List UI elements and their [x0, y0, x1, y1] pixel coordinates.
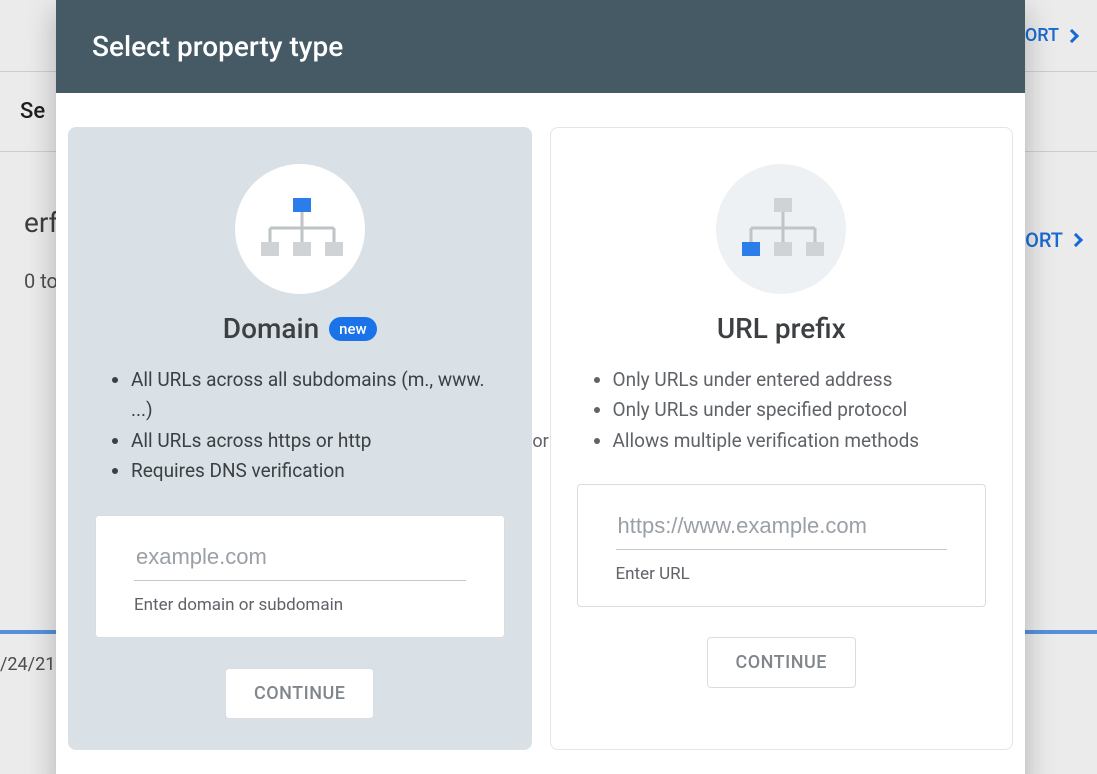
url-prefix-continue-button[interactable]: CONTINUE	[707, 637, 856, 688]
list-item: Requires DNS verification	[131, 456, 505, 486]
url-prefix-property-card[interactable]: URL prefix Only URLs under entered addre…	[550, 127, 1014, 750]
domain-input[interactable]	[134, 538, 466, 581]
domain-icon-circle	[235, 164, 365, 294]
list-item: Only URLs under specified protocol	[613, 395, 987, 425]
sitemap-icon	[738, 198, 824, 260]
list-item: Only URLs under entered address	[613, 365, 987, 395]
url-prefix-input-box: Enter URL	[577, 484, 987, 607]
url-prefix-features-list: Only URLs under entered address Only URL…	[577, 365, 987, 456]
select-property-type-modal: Select property type or Domain	[56, 0, 1025, 774]
sitemap-icon	[257, 198, 343, 260]
domain-continue-button[interactable]: CONTINUE	[225, 668, 374, 719]
url-prefix-input-help: Enter URL	[616, 564, 948, 584]
domain-card-title: Domain	[223, 312, 319, 345]
domain-features-list: All URLs across all subdomains (m., www.…	[95, 365, 505, 487]
domain-property-card[interactable]: Domain new All URLs across all subdomain…	[68, 127, 532, 750]
url-prefix-card-title: URL prefix	[717, 312, 846, 345]
modal-title: Select property type	[56, 0, 1025, 93]
property-cards-row: or Domain new	[56, 93, 1025, 774]
list-item: All URLs across all subdomains (m., www.…	[131, 365, 505, 426]
domain-input-help: Enter domain or subdomain	[134, 595, 466, 615]
url-prefix-input[interactable]	[616, 507, 948, 550]
domain-input-box: Enter domain or subdomain	[95, 515, 505, 638]
or-divider-label: or	[532, 431, 548, 452]
list-item: Allows multiple verification methods	[613, 426, 987, 456]
new-badge: new	[329, 317, 377, 341]
url-prefix-icon-circle	[716, 164, 846, 294]
list-item: All URLs across https or http	[131, 426, 505, 456]
